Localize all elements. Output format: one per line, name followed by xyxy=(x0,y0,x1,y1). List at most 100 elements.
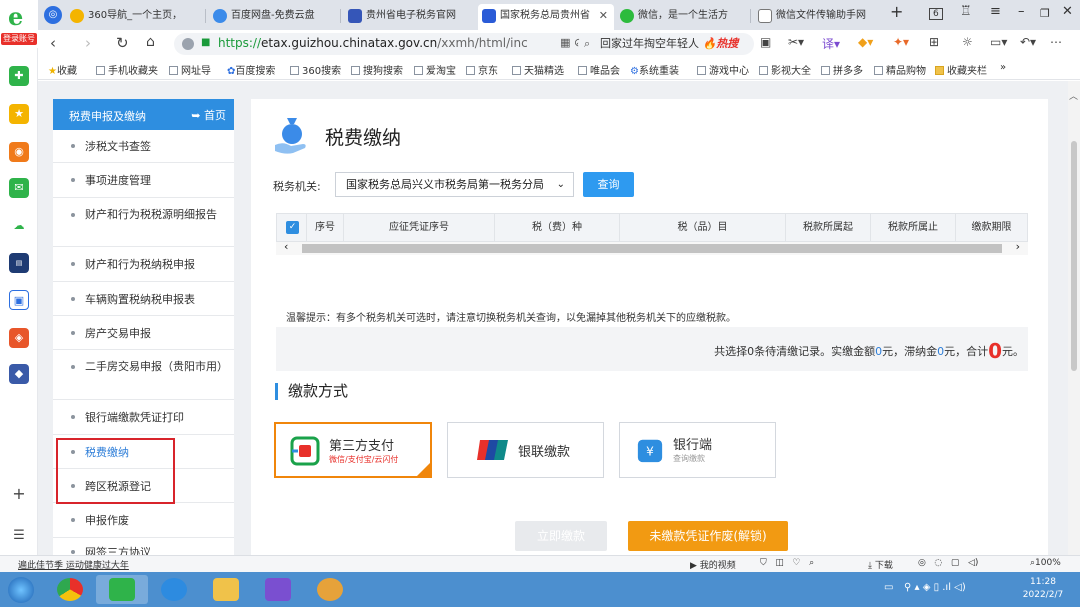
search-input[interactable]: ⌕ 回家过年掏空年轻人 🔥热搜 xyxy=(578,33,754,55)
tab-baidu-pan[interactable]: 百度网盘-免费云盘 xyxy=(209,4,337,30)
undo-icon[interactable]: ↶▾ xyxy=(1020,35,1036,49)
sidebar-item-progress[interactable]: 事项进度管理 xyxy=(53,163,234,198)
sidebar-item-housing[interactable]: 房产交易申报 xyxy=(53,316,234,350)
shield-plugin-icon[interactable]: ◆▾ xyxy=(858,35,873,49)
zoom-control[interactable]: ⌕100% xyxy=(1030,558,1061,568)
minimize-icon[interactable]: – xyxy=(1018,4,1025,19)
reload-icon[interactable]: ↻ xyxy=(116,34,129,52)
bookmark-item[interactable]: 游戏中心 xyxy=(697,62,749,77)
scroll-left-icon[interactable]: ‹ xyxy=(284,240,288,253)
more-icon[interactable]: ⋯ xyxy=(1050,35,1062,49)
download-link[interactable]: ⤓ 下载 xyxy=(868,558,893,571)
tax-office-select[interactable]: 国家税务总局兴义市税务局第一税务分局 ⌄ xyxy=(335,172,574,197)
col-period-end[interactable]: 税款所属止 xyxy=(871,214,956,241)
compass-icon[interactable]: ◎ xyxy=(44,6,62,24)
weibo-icon[interactable]: ◉ xyxy=(9,142,29,162)
taskbar-ie[interactable] xyxy=(148,575,200,604)
screenshot-icon[interactable]: ▣ xyxy=(760,35,771,49)
game2-app-icon[interactable]: ◆ xyxy=(9,364,29,384)
new-tab-icon[interactable]: + xyxy=(890,2,903,21)
payment-bank[interactable]: ¥ 银行端 查询缴款 xyxy=(619,422,776,478)
promo-link[interactable]: 遍此佳节季 运动健康过大年 xyxy=(18,558,129,571)
col-period-start[interactable]: 税款所属起 xyxy=(786,214,871,241)
news-icon[interactable]: ▤ xyxy=(9,253,29,273)
scrollbar-thumb[interactable] xyxy=(1071,141,1077,371)
bookmark-item[interactable]: ⚙系统重装 xyxy=(630,62,679,77)
col-tax-item[interactable]: 税（品）目 xyxy=(620,214,786,241)
keyboard-icon[interactable]: ▭ xyxy=(884,582,893,593)
sidebar-item-second-hand[interactable]: 二手房交易申报（贵阳市用） xyxy=(53,350,234,400)
game-icon[interactable]: ✦▾ xyxy=(893,35,909,49)
select-all-checkbox[interactable]: ✓ xyxy=(286,221,299,234)
forward-icon[interactable]: › xyxy=(85,34,91,52)
col-tax-type[interactable]: 税（费）种 xyxy=(495,214,620,241)
pay-now-button[interactable]: 立即缴款 xyxy=(515,521,607,551)
table-scrollbar[interactable]: ‹ › xyxy=(276,240,1028,255)
sidebar-item-doc-check[interactable]: 涉税文书查签 xyxy=(53,130,234,163)
battery-icon[interactable]: ▭▾ xyxy=(990,35,1007,49)
system-clock[interactable]: 11:28 2022/2/7 xyxy=(1013,576,1073,602)
close-icon[interactable]: ✕ xyxy=(599,4,608,28)
bookmark-item[interactable]: 唯品会 xyxy=(578,62,620,77)
tab-wechat-file[interactable]: 微信文件传输助手网 xyxy=(754,4,878,30)
game-app-icon[interactable]: ◈ xyxy=(9,328,29,348)
scroll-right-icon[interactable]: › xyxy=(1016,240,1020,253)
window-close-icon[interactable]: ✕ xyxy=(1062,4,1073,19)
shirt-icon[interactable]: ♖ xyxy=(960,4,972,19)
taskbar-photos[interactable] xyxy=(252,575,304,604)
void-voucher-button[interactable]: 未缴款凭证作废(解锁) xyxy=(628,521,788,551)
payment-third-party[interactable]: 第三方支付 微信/支付宝/云闪付 xyxy=(274,422,432,478)
taskbar-explorer[interactable] xyxy=(200,575,252,604)
sidebar-item-vehicle[interactable]: 车辆购置税纳税申报表 xyxy=(53,282,234,316)
start-button[interactable] xyxy=(0,575,44,604)
col-deadline[interactable]: 缴款期限 xyxy=(956,214,1027,241)
bookmark-item[interactable]: 拼多多 xyxy=(821,62,863,77)
url-field[interactable]: ■ https://etax.guizhou.chinatax.gov.cn/x… xyxy=(174,33,606,55)
plus-app-icon[interactable]: ✚ xyxy=(9,66,29,86)
sidebar-item-property-report[interactable]: 财产和行为税税源明细报告 xyxy=(53,198,234,247)
bookmark-more[interactable]: » xyxy=(1000,62,1006,73)
bookmark-item[interactable]: 爱淘宝 xyxy=(414,62,456,77)
home-icon[interactable]: ⌂ xyxy=(146,34,155,50)
tab-guizhou-etax[interactable]: 贵州省电子税务官网 xyxy=(344,4,472,30)
tab-wechat[interactable]: 微信，是一个生活方 xyxy=(616,4,746,30)
my-video-link[interactable]: ▶ 我的视频 xyxy=(690,558,736,571)
col-index[interactable]: 序号 xyxy=(307,214,344,241)
scissors-icon[interactable]: ✂▾ xyxy=(788,35,804,49)
brightness-icon[interactable]: ☼ xyxy=(962,35,973,49)
restore-icon[interactable]: ❐ xyxy=(1040,7,1050,20)
cloud-icon[interactable]: ☁ xyxy=(9,216,29,236)
tab-count[interactable]: 6 xyxy=(929,8,943,20)
tray-icons[interactable]: ⚲ ▴ ◈ ▯ .ıl ◁) xyxy=(904,582,966,593)
menu-icon[interactable]: ≡ xyxy=(990,4,1001,19)
back-icon[interactable]: ‹ xyxy=(50,34,56,52)
browser-logo[interactable]: e 登录账号 xyxy=(0,0,38,48)
tab-360-nav[interactable]: 360导航_一个主页， xyxy=(66,4,202,30)
sidebar-item-bank-print[interactable]: 银行端缴款凭证打印 xyxy=(53,400,234,435)
bookmark-item[interactable]: 网址导 xyxy=(169,62,211,77)
login-badge[interactable]: 登录账号 xyxy=(1,33,37,45)
query-button[interactable]: 查询 xyxy=(583,172,634,197)
mail-icon[interactable]: ✉ xyxy=(9,178,29,198)
star-app-icon[interactable]: ★ xyxy=(9,104,29,124)
bookmark-favorites[interactable]: ★收藏 xyxy=(48,62,77,77)
bookmark-mobile[interactable]: 手机收藏夹 xyxy=(96,62,158,77)
taskbar-paint[interactable] xyxy=(304,575,356,604)
bookmark-folder[interactable]: 收藏夹栏 xyxy=(935,62,987,77)
sidebar-item-agreement[interactable]: 网签三方协议 xyxy=(53,538,234,555)
bookmark-item[interactable]: 天猫精选 xyxy=(512,62,564,77)
page-scrollbar[interactable]: ︿ xyxy=(1068,81,1080,555)
bookmark-item[interactable]: 京东 xyxy=(466,62,498,77)
apps-grid-icon[interactable]: ⊞ xyxy=(929,35,939,49)
taskbar-360[interactable] xyxy=(96,575,148,604)
home-link[interactable]: ➥ 首页 xyxy=(191,107,226,123)
sidebar-item-void-declare[interactable]: 申报作废 xyxy=(53,503,234,538)
add-icon[interactable]: + xyxy=(9,484,29,504)
bookmark-item[interactable]: 360搜索 xyxy=(290,62,341,77)
tab-chinatax-active[interactable]: 国家税务总局贵州省 ✕ xyxy=(478,4,614,30)
status-tools[interactable]: ⛉ ◫ ♡ ⌕ xyxy=(760,558,814,568)
list-icon[interactable]: ☰ xyxy=(9,526,29,546)
payment-unionpay[interactable]: 银联缴款 xyxy=(447,422,604,478)
translate-icon[interactable]: 译▾ xyxy=(822,35,840,52)
col-voucher-no[interactable]: 应征凭证序号 xyxy=(344,214,495,241)
